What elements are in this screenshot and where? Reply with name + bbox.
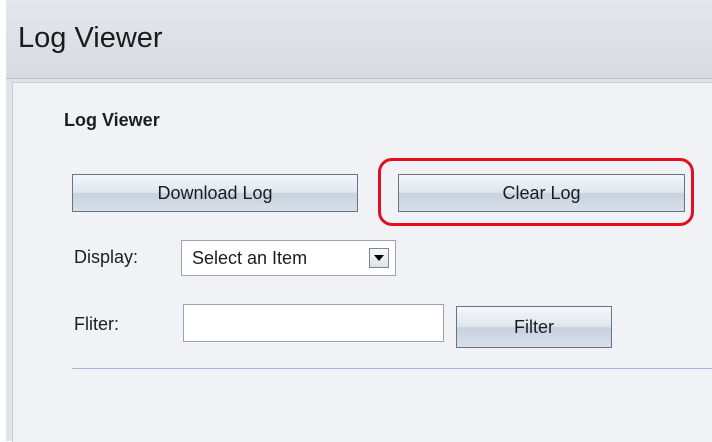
download-log-button[interactable]: Download Log bbox=[72, 174, 358, 212]
display-select-value: Select an Item bbox=[192, 247, 308, 268]
filter-button[interactable]: Filter bbox=[456, 306, 612, 348]
title-bar: Log Viewer bbox=[6, 0, 712, 79]
chevron-down-icon[interactable] bbox=[369, 248, 389, 268]
display-select[interactable]: Select an Item bbox=[181, 240, 396, 276]
page-title: Log Viewer bbox=[18, 22, 163, 54]
display-label: Display: bbox=[74, 247, 139, 267]
clear-log-highlight bbox=[378, 158, 694, 226]
filter-label: Fliter: bbox=[74, 314, 119, 334]
divider bbox=[72, 368, 712, 369]
section-title: Log Viewer bbox=[64, 110, 160, 130]
filter-input[interactable] bbox=[183, 304, 444, 342]
